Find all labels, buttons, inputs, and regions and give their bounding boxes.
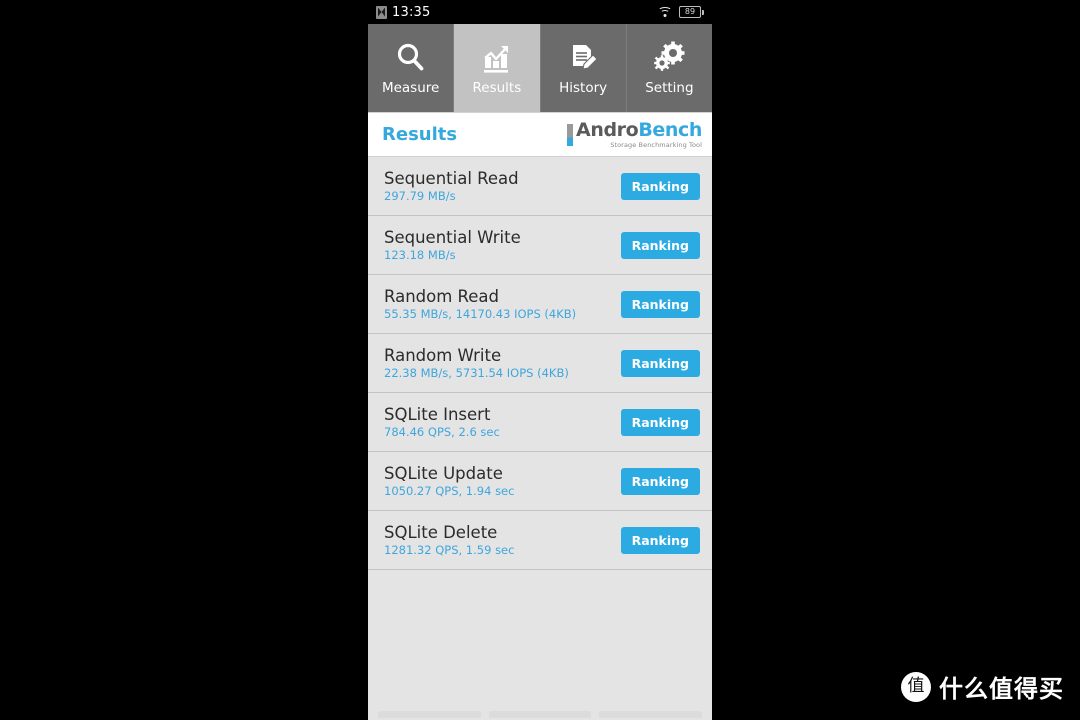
tab-history-label: History: [559, 80, 608, 96]
result-value: 55.35 MB/s, 14170.43 IOPS (4KB): [384, 307, 577, 322]
nav-recents-hint[interactable]: [599, 711, 703, 718]
result-texts: SQLite Insert 784.46 QPS, 2.6 sec: [384, 404, 500, 440]
watermark-text: 什么值得买: [939, 675, 1064, 703]
ranking-button[interactable]: Ranking: [620, 349, 700, 377]
result-name: Random Read: [384, 286, 500, 306]
result-row: Random Read 55.35 MB/s, 14170.43 IOPS (4K…: [368, 275, 712, 334]
tab-measure-label: Measure: [381, 80, 440, 96]
result-name: Sequential Write: [384, 227, 521, 247]
document-pen-icon: [566, 40, 600, 76]
tab-results[interactable]: Results: [454, 24, 541, 112]
result-row: SQLite Delete 1281.32 QPS, 1.59 sec Rankin…: [368, 511, 712, 570]
logo-tagline: Storage Benchmarking Tool: [610, 140, 702, 149]
sim-card-icon: [376, 5, 387, 19]
ranking-button[interactable]: Ranking: [620, 172, 700, 200]
result-name: Sequential Read: [384, 168, 519, 188]
status-bar-right: 89: [658, 6, 704, 18]
tab-history[interactable]: History: [540, 24, 627, 112]
result-value: 1281.32 QPS, 1.59 sec: [384, 543, 515, 558]
result-row: SQLite Insert 784.46 QPS, 2.6 sec Ranking: [368, 393, 712, 452]
result-texts: SQLite Delete 1281.32 QPS, 1.59 sec: [384, 522, 515, 558]
nav-home-hint[interactable]: [488, 711, 592, 718]
battery-level-label: 89: [684, 7, 696, 16]
ranking-button[interactable]: Ranking: [620, 467, 700, 495]
smzdm-badge-icon: 值: [901, 671, 931, 702]
result-row: Sequential Write 123.18 MB/s Ranking: [368, 216, 712, 275]
magnifier-icon: [394, 40, 428, 76]
result-list: Sequential Read 297.79 MB/s Ranking Sequent…: [368, 157, 712, 570]
ranking-button[interactable]: Ranking: [620, 526, 700, 554]
result-value: 297.79 MB/s: [384, 189, 456, 204]
status-bar: 13:35 89: [368, 0, 712, 24]
result-value: 784.46 QPS, 2.6 sec: [384, 425, 500, 440]
result-texts: Sequential Read 297.79 MB/s: [384, 168, 519, 204]
ranking-button[interactable]: Ranking: [620, 408, 700, 436]
result-value: 1050.27 QPS, 1.94 sec: [384, 484, 515, 499]
wifi-icon: [658, 6, 672, 18]
tab-results-label: Results: [472, 80, 522, 96]
result-texts: Sequential Write 123.18 MB/s: [384, 227, 521, 263]
result-row: Random Write 22.38 MB/s, 5731.54 IOPS (4K…: [368, 334, 712, 393]
ranking-button[interactable]: Ranking: [620, 231, 700, 259]
result-value: 22.38 MB/s, 5731.54 IOPS (4KB): [384, 366, 569, 381]
tab-setting[interactable]: Setting: [626, 24, 712, 112]
result-name: Random Write: [384, 345, 502, 365]
result-name: SQLite Delete: [384, 522, 498, 542]
nav-back-hint[interactable]: [378, 711, 481, 718]
results-header: Results AndroBench Storage Benchmarking …: [368, 113, 712, 157]
battery-icon: 89: [679, 6, 704, 18]
result-value: 123.18 MB/s: [384, 248, 456, 263]
logo-bench-text: Bench: [638, 118, 702, 141]
result-texts: SQLite Update 1050.27 QPS, 1.94 sec: [384, 463, 515, 499]
result-texts: Random Read 55.35 MB/s, 14170.43 IOPS (4K…: [384, 286, 577, 322]
result-row: SQLite Update 1050.27 QPS, 1.94 sec Rankin…: [368, 452, 712, 511]
phone-screen: 13:35 89 Measure Results History Setting…: [368, 0, 712, 720]
status-bar-left: 13:35: [376, 5, 658, 20]
page-title: Results: [382, 124, 458, 145]
ranking-button[interactable]: Ranking: [620, 290, 700, 318]
tab-setting-label: Setting: [645, 80, 694, 96]
result-row: Sequential Read 297.79 MB/s Ranking: [368, 157, 712, 216]
result-texts: Random Write 22.38 MB/s, 5731.54 IOPS (4K…: [384, 345, 569, 381]
watermark: 值 什么值得买: [901, 669, 1064, 704]
status-bar-clock: 13:35: [392, 4, 431, 20]
navigation-bar: [368, 706, 712, 720]
watermark-badge-char: 值: [907, 676, 925, 696]
gears-icon: [652, 40, 686, 76]
logo-andro-text: Andro: [576, 118, 639, 141]
tab-measure[interactable]: Measure: [368, 24, 455, 112]
logo-bar-icon: [567, 123, 574, 146]
tab-bar: Measure Results History Setting: [368, 24, 712, 113]
result-name: SQLite Insert: [384, 404, 491, 424]
bar-chart-icon: [480, 40, 514, 76]
androbench-logo: AndroBench Storage Benchmarking Tool: [567, 118, 702, 149]
result-name: SQLite Update: [384, 463, 503, 483]
